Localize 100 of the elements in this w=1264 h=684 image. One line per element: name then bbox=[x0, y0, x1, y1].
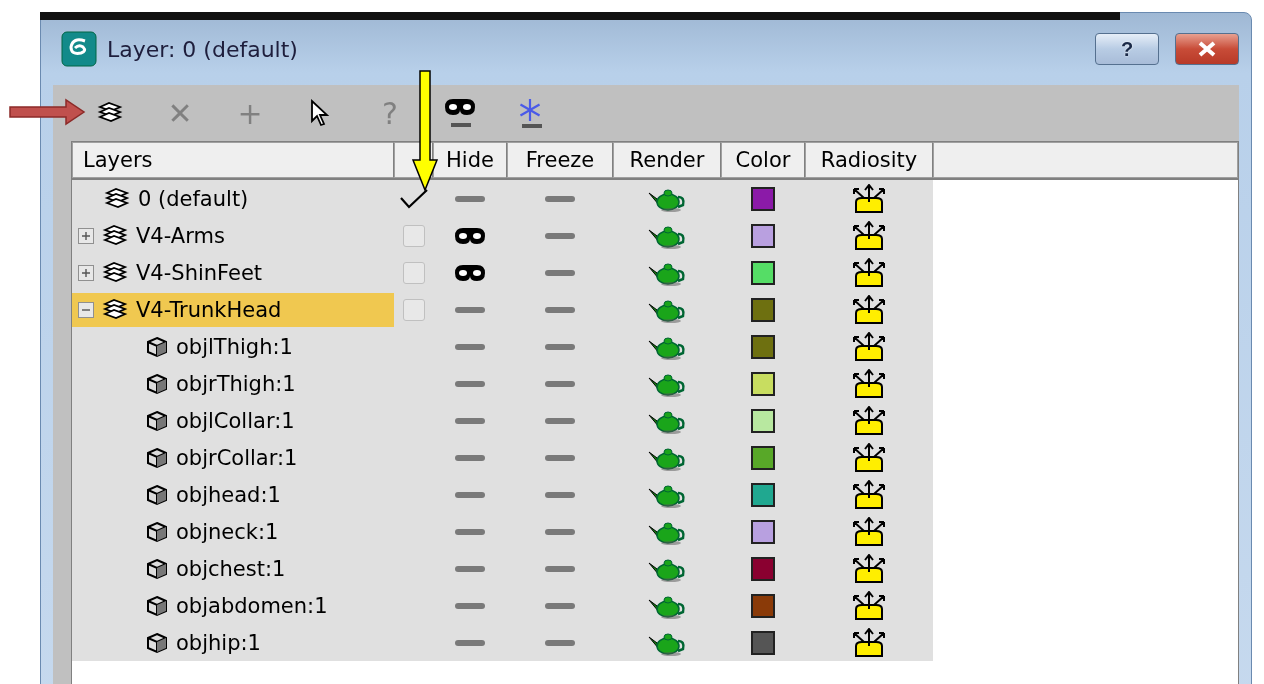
color-swatch[interactable] bbox=[751, 445, 775, 470]
radiosity-icon bbox=[850, 516, 888, 547]
dash-icon[interactable] bbox=[545, 232, 575, 239]
table-row[interactable]: 0 (default) bbox=[72, 180, 933, 217]
dash-icon[interactable] bbox=[545, 454, 575, 461]
name-cell[interactable]: objabdomen:1 bbox=[72, 588, 394, 623]
name-cell[interactable]: objhead:1 bbox=[72, 477, 394, 512]
radiosity-icon bbox=[850, 183, 888, 214]
current-layer-checkbox[interactable] bbox=[402, 298, 425, 321]
table-row[interactable]: objneck:1 bbox=[72, 513, 933, 550]
column-header[interactable]: Radiosity bbox=[805, 142, 933, 178]
expander[interactable] bbox=[78, 227, 94, 244]
layer-name: objhip:1 bbox=[176, 630, 261, 655]
dash-icon[interactable] bbox=[455, 528, 485, 535]
help-button[interactable]: ? bbox=[1095, 33, 1159, 65]
cube-icon bbox=[146, 409, 168, 432]
dash-icon[interactable] bbox=[545, 565, 575, 572]
dash-icon[interactable] bbox=[455, 454, 485, 461]
color-swatch[interactable] bbox=[751, 630, 775, 655]
color-swatch[interactable] bbox=[751, 519, 775, 544]
mask-underline-icon bbox=[443, 96, 477, 130]
name-cell[interactable]: objneck:1 bbox=[72, 514, 394, 549]
name-cell[interactable]: objrThigh:1 bbox=[72, 366, 394, 401]
column-header[interactable]: Render bbox=[613, 142, 721, 178]
dash-icon[interactable] bbox=[545, 343, 575, 350]
cube-icon bbox=[146, 446, 168, 469]
column-header[interactable]: Hide bbox=[433, 142, 507, 178]
dash-icon[interactable] bbox=[545, 417, 575, 424]
radiosity-icon bbox=[850, 479, 888, 510]
table-row[interactable]: V4-Arms bbox=[72, 217, 933, 254]
dash-icon[interactable] bbox=[545, 195, 575, 202]
table-row[interactable]: objlThigh:1 bbox=[72, 328, 933, 365]
dash-icon[interactable] bbox=[545, 380, 575, 387]
name-cell[interactable]: objhip:1 bbox=[72, 625, 394, 660]
name-cell[interactable]: objchest:1 bbox=[72, 551, 394, 586]
table-row[interactable]: objchest:1 bbox=[72, 550, 933, 587]
color-swatch[interactable] bbox=[751, 186, 775, 211]
layer-name: objlThigh:1 bbox=[176, 334, 293, 359]
name-cell[interactable]: V4-ShinFeet bbox=[72, 255, 394, 290]
column-header[interactable]: Freeze bbox=[507, 142, 613, 178]
table-row[interactable]: objlCollar:1 bbox=[72, 402, 933, 439]
app-icon bbox=[61, 31, 97, 67]
radiosity-icon bbox=[850, 331, 888, 362]
name-cell[interactable]: V4-Arms bbox=[72, 218, 394, 253]
current-layer-checkbox[interactable] bbox=[402, 224, 425, 247]
dash-icon[interactable] bbox=[455, 565, 485, 572]
plus-icon bbox=[81, 230, 91, 241]
dash-icon[interactable] bbox=[455, 195, 485, 202]
table-row[interactable]: objabdomen:1 bbox=[72, 587, 933, 624]
name-cell[interactable]: objlThigh:1 bbox=[72, 329, 394, 364]
current-layer-checkbox[interactable] bbox=[402, 261, 425, 284]
color-swatch[interactable] bbox=[751, 371, 775, 396]
dash-icon[interactable] bbox=[455, 602, 485, 609]
color-swatch[interactable] bbox=[751, 593, 775, 618]
name-cell[interactable]: objrCollar:1 bbox=[72, 440, 394, 475]
color-swatch[interactable] bbox=[751, 297, 775, 322]
color-swatch[interactable] bbox=[751, 260, 775, 285]
dash-icon[interactable] bbox=[455, 380, 485, 387]
dash-icon[interactable] bbox=[545, 306, 575, 313]
dash-icon[interactable] bbox=[455, 417, 485, 424]
layers-icon bbox=[102, 297, 128, 322]
dash-icon[interactable] bbox=[545, 528, 575, 535]
color-swatch[interactable] bbox=[751, 223, 775, 248]
window-title: Layer: 0 (default) bbox=[107, 36, 299, 62]
color-swatch[interactable] bbox=[751, 556, 775, 581]
color-swatch[interactable] bbox=[751, 482, 775, 507]
dash-icon[interactable] bbox=[455, 306, 485, 313]
color-swatch[interactable] bbox=[751, 408, 775, 433]
color-swatch[interactable] bbox=[751, 334, 775, 359]
checkmark-icon[interactable] bbox=[398, 187, 429, 210]
dash-icon[interactable] bbox=[545, 639, 575, 646]
name-cell[interactable]: 0 (default) bbox=[72, 181, 394, 216]
dash-icon[interactable] bbox=[455, 343, 485, 350]
dash-icon[interactable] bbox=[455, 491, 485, 498]
cursor-icon bbox=[310, 99, 330, 127]
cube-icon bbox=[146, 335, 168, 358]
layers-icon bbox=[102, 223, 128, 248]
cube-icon bbox=[146, 631, 168, 654]
dash-icon[interactable] bbox=[545, 491, 575, 498]
close-button[interactable] bbox=[1175, 33, 1239, 65]
table-row[interactable]: V4-ShinFeet bbox=[72, 254, 933, 291]
cube-icon bbox=[146, 557, 168, 580]
expander[interactable] bbox=[78, 264, 94, 281]
cube-icon bbox=[146, 372, 168, 395]
table-row[interactable]: V4-TrunkHead bbox=[72, 291, 933, 328]
name-cell[interactable]: objlCollar:1 bbox=[72, 403, 394, 438]
table-row[interactable]: objrCollar:1 bbox=[72, 439, 933, 476]
layer-name: objlCollar:1 bbox=[176, 408, 295, 433]
table-row[interactable]: objhip:1 bbox=[72, 624, 933, 661]
dash-icon[interactable] bbox=[545, 269, 575, 276]
column-header[interactable]: Layers bbox=[72, 142, 394, 178]
dash-icon[interactable] bbox=[545, 602, 575, 609]
table-row[interactable]: objrThigh:1 bbox=[72, 365, 933, 402]
layer-name: objhead:1 bbox=[176, 482, 281, 507]
expander[interactable] bbox=[78, 301, 94, 318]
column-header[interactable]: Color bbox=[721, 142, 805, 178]
table-row[interactable]: objhead:1 bbox=[72, 476, 933, 513]
dash-icon[interactable] bbox=[455, 639, 485, 646]
name-cell[interactable]: V4-TrunkHead bbox=[72, 292, 394, 327]
radiosity-icon bbox=[850, 627, 888, 658]
